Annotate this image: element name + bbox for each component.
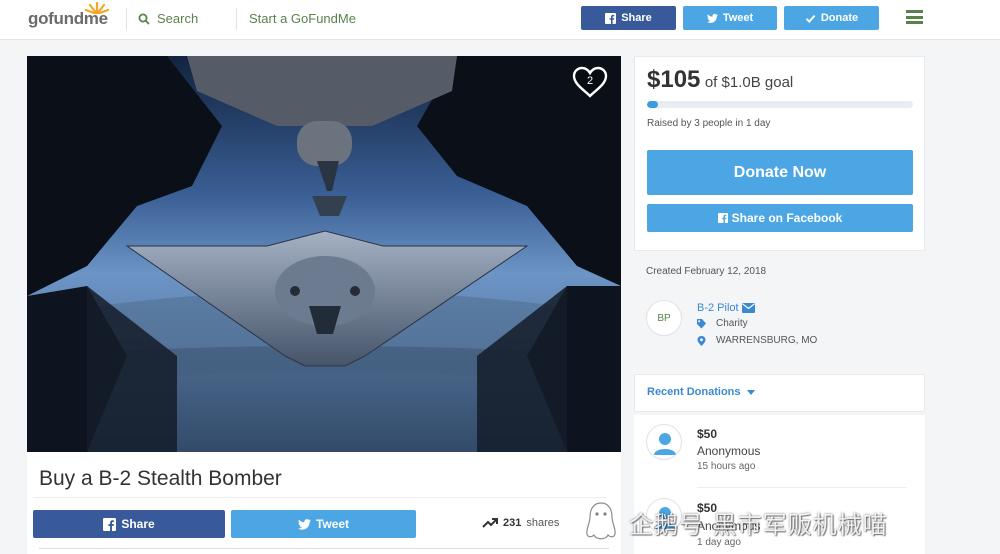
goal-text: of $1.0B goal (704, 74, 794, 91)
raised-by-text: Raised by 3 people in 1 day (647, 118, 771, 129)
caret-down-icon (746, 389, 755, 395)
created-date: Created February 12, 2018 (646, 266, 767, 277)
twitter-icon (297, 518, 311, 530)
donate-now-button[interactable]: Donate Now (647, 150, 913, 195)
trending-up-icon (482, 518, 498, 528)
campaign-title: Buy a B-2 Stealth Bomber (39, 467, 282, 490)
raised-amount: $105 of $1.0B goal (647, 66, 793, 94)
location-pin-icon (697, 335, 706, 346)
donation-amount: $50 (697, 427, 718, 441)
facebook-share-button[interactable]: Share (33, 510, 225, 538)
watermark-text: 企鹅号 黑市军贩机械喵 (629, 510, 888, 539)
shares-count: 231 (503, 517, 522, 529)
header-donate-label: Donate (820, 12, 859, 24)
facebook-icon (605, 12, 617, 24)
progress-bar (647, 101, 913, 108)
facebook-icon (103, 517, 117, 531)
facebook-icon (717, 213, 728, 223)
header-donate-button[interactable]: Donate (784, 6, 879, 30)
donation-time: 15 hours ago (697, 461, 756, 472)
twitter-icon (706, 13, 718, 23)
share-on-facebook-button[interactable]: Share on Facebook (647, 204, 913, 232)
organizer-avatar[interactable]: BP (646, 300, 682, 336)
category-label[interactable]: Charity (716, 318, 748, 329)
tweet-label: Tweet (315, 517, 350, 531)
donor-name: Anonymous (697, 444, 761, 458)
header-share-label: Share (621, 12, 652, 24)
gofundme-logo[interactable]: gofundme (28, 2, 109, 29)
search-link[interactable]: Search (138, 11, 198, 26)
search-label: Search (157, 11, 199, 26)
search-icon (138, 13, 150, 25)
recent-donations-tab[interactable]: Recent Donations (634, 374, 925, 412)
campaign-card: 2 Buy a B-2 Stealth Bomber Share Tweet 2… (27, 56, 621, 554)
progress-bar-fill (647, 101, 658, 108)
share-facebook-label: Share on Facebook (731, 211, 843, 225)
tweet-button[interactable]: Tweet (231, 510, 416, 538)
shares-label: shares (526, 517, 560, 529)
header-tweet-button[interactable]: Tweet (683, 6, 777, 30)
divider (39, 548, 609, 549)
heart-count: 2 (586, 75, 594, 87)
b2-bomber-refueling-photo (27, 56, 621, 452)
shares-counter: 231 shares (482, 517, 559, 529)
envelope-icon[interactable] (741, 303, 755, 313)
header-divider (126, 8, 127, 30)
campaign-hero-image (27, 56, 621, 452)
checkmark-icon (805, 14, 816, 23)
watermark: 企鹅号 黑市军贩机械喵 (583, 493, 1000, 551)
share-label: Share (121, 517, 155, 531)
recent-donations-dropdown[interactable]: Recent Donations (647, 386, 755, 398)
organizer-name-link[interactable]: B-2 Pilot (697, 302, 755, 314)
penguin-logo-icon (586, 502, 616, 540)
donor-avatar-icon (646, 424, 682, 460)
divider (697, 487, 907, 488)
start-gofundme-link[interactable]: Start a GoFundMe (249, 11, 356, 26)
organizer-name: B-2 Pilot (697, 302, 739, 314)
location-label: WARRENSBURG, MO (716, 335, 818, 346)
raised-value: $105 (647, 66, 701, 93)
recent-donations-label: Recent Donations (647, 386, 741, 398)
top-navbar: gofundme Search Start a GoFundMe Share T… (0, 0, 1000, 40)
header-tweet-label: Tweet (722, 12, 754, 24)
tag-icon (697, 318, 706, 328)
organizer-location: WARRENSBURG, MO (697, 335, 817, 346)
organizer-category: Charity (697, 318, 748, 329)
logo-sun-icon (85, 2, 109, 14)
fundraising-goal-card: $105 of $1.0B goal Raised by 3 people in… (634, 56, 925, 251)
header-divider (236, 8, 237, 30)
divider (33, 497, 606, 498)
header-share-button[interactable]: Share (581, 6, 676, 30)
hamburger-menu-icon[interactable] (906, 10, 923, 24)
